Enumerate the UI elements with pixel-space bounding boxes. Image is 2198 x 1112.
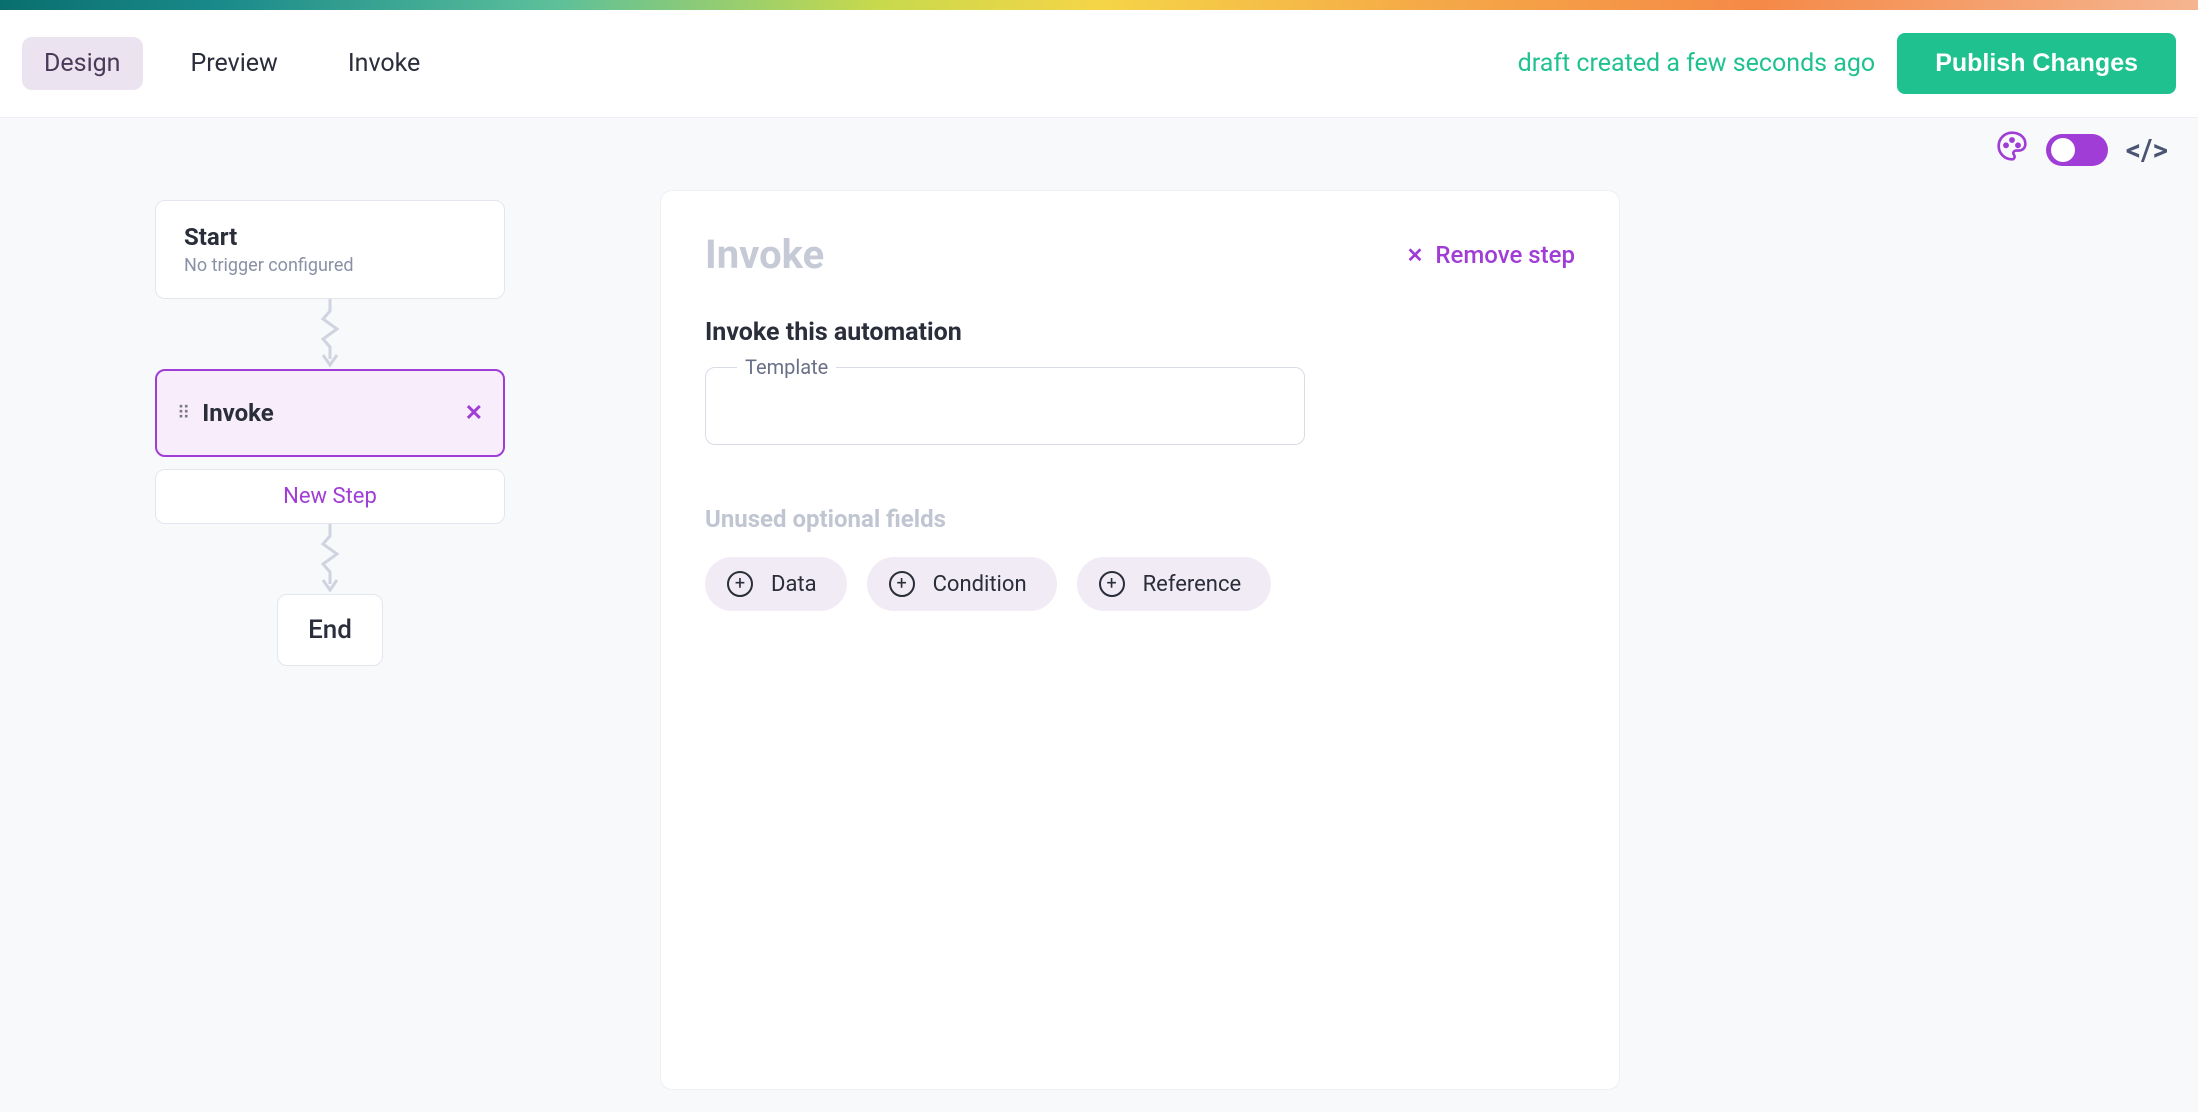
brand-gradient-bar	[0, 0, 2198, 10]
close-icon: ✕	[1407, 243, 1424, 267]
tab-invoke[interactable]: Invoke	[326, 37, 442, 90]
main-content: Start No trigger configured ⠿ Invoke ✕ N…	[0, 170, 2198, 1090]
view-mode-controls: </>	[0, 118, 2198, 170]
palette-icon[interactable]	[1996, 130, 2028, 170]
chip-reference[interactable]: + Reference	[1077, 557, 1272, 611]
remove-step-label: Remove step	[1435, 241, 1575, 269]
draft-status-text: draft created a few seconds ago	[1518, 49, 1876, 78]
drag-handle-icon[interactable]: ⠿	[177, 403, 190, 424]
view-mode-toggle[interactable]	[2046, 134, 2108, 166]
invoke-node-label: Invoke	[202, 399, 452, 427]
invoke-section-label: Invoke this automation	[705, 318, 1575, 347]
optional-fields-label: Unused optional fields	[705, 505, 1575, 533]
plus-circle-icon: +	[889, 571, 915, 597]
step-detail-panel: Invoke ✕ Remove step Invoke this automat…	[660, 190, 1620, 1090]
flow-diagram: Start No trigger configured ⠿ Invoke ✕ N…	[0, 190, 660, 1090]
code-icon[interactable]: </>	[2126, 133, 2168, 168]
flow-connector	[315, 299, 345, 369]
optional-field-chips: + Data + Condition + Reference	[705, 557, 1575, 611]
template-field-container: Template	[705, 367, 1575, 445]
flow-node-invoke[interactable]: ⠿ Invoke ✕	[155, 369, 505, 457]
chip-condition[interactable]: + Condition	[867, 557, 1057, 611]
start-node-title: Start	[184, 223, 476, 251]
detail-title: Invoke	[705, 231, 1407, 278]
app-header: Design Preview Invoke draft created a fe…	[0, 10, 2198, 118]
remove-node-icon[interactable]: ✕	[465, 401, 483, 426]
toggle-knob	[2051, 138, 2075, 162]
flow-node-end[interactable]: End	[277, 594, 383, 666]
plus-circle-icon: +	[1099, 571, 1125, 597]
chip-label: Condition	[933, 572, 1027, 597]
chip-label: Data	[771, 572, 817, 597]
tab-preview[interactable]: Preview	[169, 37, 300, 90]
start-node-subtitle: No trigger configured	[184, 255, 476, 276]
publish-button[interactable]: Publish Changes	[1897, 33, 2176, 94]
tab-design[interactable]: Design	[22, 37, 143, 90]
header-tabs: Design Preview Invoke	[22, 37, 442, 90]
remove-step-button[interactable]: ✕ Remove step	[1407, 241, 1575, 269]
plus-circle-icon: +	[727, 571, 753, 597]
new-step-button[interactable]: New Step	[155, 469, 505, 524]
flow-connector	[315, 524, 345, 594]
detail-header: Invoke ✕ Remove step	[705, 231, 1575, 278]
chip-label: Reference	[1143, 572, 1242, 597]
flow-node-start[interactable]: Start No trigger configured	[155, 200, 505, 299]
template-field-label: Template	[737, 355, 836, 379]
chip-data[interactable]: + Data	[705, 557, 847, 611]
